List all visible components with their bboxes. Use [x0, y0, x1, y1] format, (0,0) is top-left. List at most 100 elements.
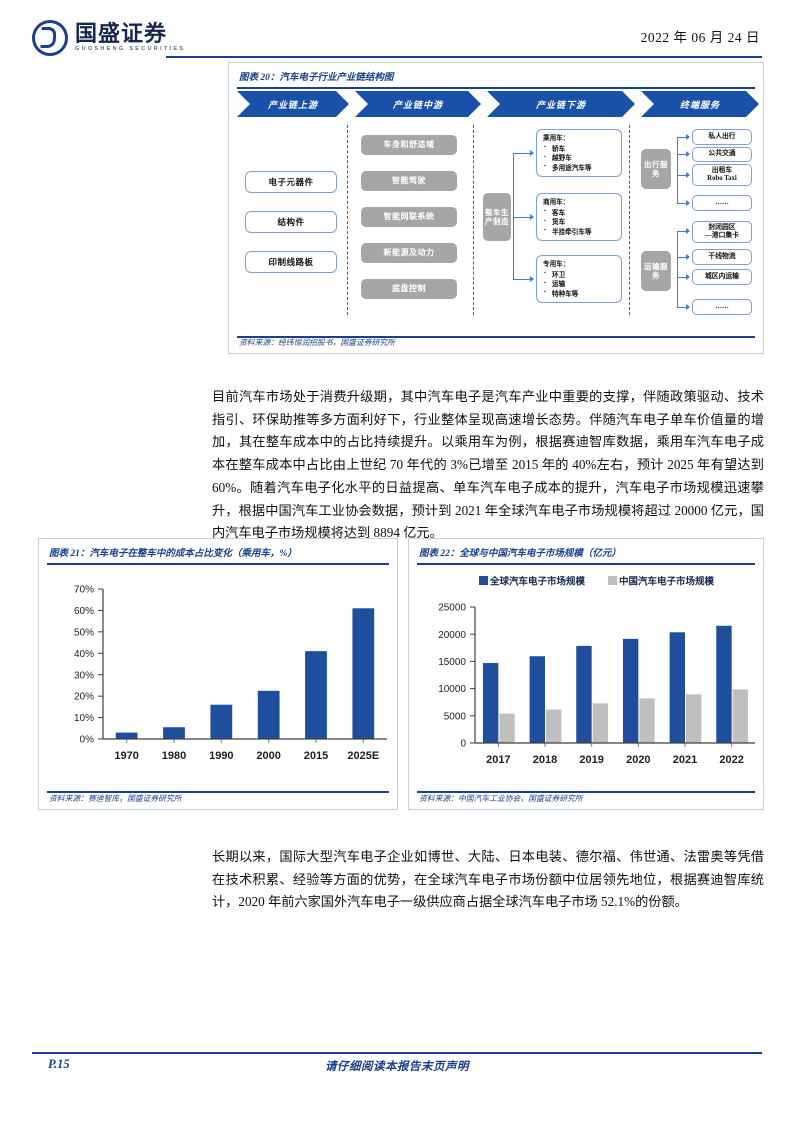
- body-paragraph-1: 目前汽车市场处于消费升级期，其中汽车电子是汽车产业中重要的支撑，伴随政策驱动、技…: [212, 389, 764, 541]
- x-tick-label: 2019: [579, 754, 603, 766]
- brand-logo-text: 国盛证券 GUOSHENG SECURITIES: [75, 23, 185, 53]
- service-hub-transport: 运输服务: [641, 251, 671, 291]
- upstream-box-components: 电子元器件: [245, 171, 337, 193]
- list-item: 货车: [544, 218, 616, 228]
- service-item-public-transit: 公共交通: [692, 147, 752, 162]
- y-tick-label: 15000: [438, 657, 466, 668]
- list-item: 越野车: [544, 154, 616, 164]
- column-divider-1: [347, 125, 348, 315]
- y-tick-label: 20%: [74, 692, 94, 703]
- value-chain-diagram: 电子元器件 结构件 印制线路板 车身和舒适域 智能驾驶 智能网联系统 新能源及动…: [237, 123, 757, 319]
- service-item-robo-taxi: 出租车 Robo Taxi: [692, 164, 752, 186]
- figure-20-title-rule: [237, 87, 755, 89]
- travel-arrow-4: [686, 200, 690, 206]
- transport-connector-spine: [677, 231, 678, 307]
- figure-21-title-rule: [47, 563, 389, 565]
- figure-22-title: 图表 22：全球与中国汽车电子市场规模（亿元）: [419, 549, 621, 559]
- figure-20-title: 图表 20：汽车电子行业产业链结构图: [239, 73, 394, 83]
- figure-22-panel: 图表 22：全球与中国汽车电子市场规模（亿元） 全球汽车电子市场规模 中国汽车电子…: [408, 538, 764, 810]
- y-tick-label: 5000: [444, 711, 467, 722]
- footer-divider: [32, 1052, 762, 1054]
- legend-label: 中国汽车电子市场规模: [619, 576, 715, 588]
- midstream-box-connectivity: 智能网联系统: [361, 207, 457, 227]
- x-tick-label: 2021: [673, 754, 697, 766]
- bar: [716, 625, 732, 743]
- x-tick-label: 2020: [626, 754, 650, 766]
- bar: [576, 645, 592, 743]
- y-tick-label: 0%: [80, 735, 95, 746]
- hub-branch-2: [513, 217, 531, 218]
- bar: [257, 690, 280, 739]
- transport-arrow-2: [686, 254, 690, 260]
- midstream-box-body-comfort: 车身和舒适域: [361, 135, 457, 155]
- x-tick-label: 2018: [533, 754, 557, 766]
- figure-21-x-axis: 1970 1980 1990 2000 2015 2025E: [114, 750, 379, 762]
- service-item-travel-more: ……: [692, 195, 752, 211]
- downstream-group-commercial-head: 商用车：: [543, 199, 570, 206]
- brand-logo: 国盛证券 GUOSHENG SECURITIES: [32, 20, 185, 56]
- transport-arrow-4: [686, 304, 690, 310]
- figure-22-plot: 全球汽车电子市场规模 中国汽车电子市场规模 0 5000 10000 15000 2000…: [409, 567, 763, 785]
- y-tick-label: 50%: [74, 627, 94, 638]
- service-item-closed-park: 封闭园区 —港口集卡: [692, 221, 752, 243]
- figure-21-bars: [115, 608, 375, 743]
- figure-21-source: 资料来源：赛迪智库，国盛证券研究所: [49, 794, 182, 803]
- service-item-transport-more: ……: [692, 299, 752, 315]
- figure-21-svg: 0% 10% 20% 30% 40% 50% 60% 70% 1970 1980 1990 2000…: [74, 585, 387, 762]
- x-tick-label: 1980: [162, 750, 186, 762]
- service-hub-travel: 出行服务: [641, 149, 671, 189]
- figure-21-plot: 0% 10% 20% 30% 40% 50% 60% 70% 1970 1980 1990 2000…: [39, 567, 397, 785]
- service-item-private-travel: 私人出行: [692, 129, 752, 145]
- x-tick-label: 1970: [114, 750, 138, 762]
- figure-22-title-rule: [417, 563, 755, 565]
- list-item: 多用途汽车等: [544, 163, 616, 174]
- bar: [499, 713, 515, 743]
- bar: [639, 698, 655, 743]
- hub-arrow-3: [530, 276, 534, 282]
- report-page: 国盛证券 GUOSHENG SECURITIES 2022 年 06 月 24 …: [0, 0, 794, 1123]
- footer-disclaimer: 请仔细阅读本报告末页声明: [325, 1061, 469, 1073]
- list-item: 半挂牵引车等: [544, 227, 616, 238]
- bar: [732, 689, 749, 743]
- bar: [305, 651, 327, 739]
- bar: [529, 656, 545, 743]
- midstream-box-powertrain: 新能源及动力: [361, 243, 457, 263]
- figure-22-y-axis: 0 5000 10000 15000 20000 25000: [438, 603, 475, 750]
- bar: [482, 663, 499, 743]
- upstream-box-structural: 结构件: [245, 211, 337, 233]
- hub-arrow-2: [530, 214, 534, 220]
- figure-21-panel: 图表 21：汽车电子在整车中的成本占比变化（乘用车，%） 0% 10% 20% 30%…: [38, 538, 398, 810]
- travel-arrow-1: [686, 134, 690, 140]
- figure-22-svg: 全球汽车电子市场规模 中国汽车电子市场规模 0 5000 10000 15000 2000…: [438, 576, 755, 766]
- figure-20-source: 资料来源：经纬恒润招股书，国盛证券研究所: [239, 338, 395, 347]
- brand-name-cn: 国盛证券: [75, 21, 168, 47]
- y-tick-label: 30%: [74, 670, 94, 681]
- travel-connector-spine: [677, 137, 678, 203]
- figure-21-title: 图表 21：汽车电子在整车中的成本占比变化（乘用车，%）: [49, 549, 297, 559]
- y-tick-label: 20000: [438, 630, 466, 641]
- list-item: 客车: [544, 208, 616, 219]
- bar: [163, 727, 185, 739]
- guosheng-logo-icon: [32, 20, 68, 56]
- column-divider-2: [473, 125, 474, 315]
- y-tick-label: 40%: [74, 649, 94, 660]
- figure-20-panel: 图表 20：汽车电子行业产业链结构图 产业链上游 产业链中游 产业链下游 终端服…: [228, 62, 764, 354]
- bar: [546, 709, 562, 743]
- x-tick-label: 2022: [719, 754, 743, 766]
- downstream-group-passenger: 乘用车： 轿车 越野车 多用途汽车等: [536, 129, 622, 177]
- downstream-hub-vehicle-manufacturing: 整车生产制造: [483, 193, 511, 241]
- stage-terminal-service: 终端服务: [641, 91, 759, 117]
- page-header: 国盛证券 GUOSHENG SECURITIES 2022 年 06 月 24 …: [0, 0, 794, 62]
- bar: [592, 703, 609, 743]
- figure-22-x-axis: 2017 2018 2019 2020 2021 2022: [486, 754, 744, 766]
- x-tick-label: 1990: [209, 750, 233, 762]
- service-item-trunk-logistics: 干线物流: [692, 249, 752, 265]
- upstream-box-pcb: 印制线路板: [245, 251, 337, 273]
- y-tick-label: 70%: [74, 585, 94, 596]
- travel-arrow-2: [686, 151, 690, 157]
- y-tick-label: 25000: [438, 603, 466, 614]
- list-item: 轿车: [544, 144, 616, 155]
- y-tick-label: 60%: [74, 606, 94, 617]
- value-chain-stage-row: 产业链上游 产业链中游 产业链下游 终端服务: [237, 91, 757, 117]
- body-paragraph-2: 长期以来，国际大型汽车电子企业如博世、大陆、日本电装、德尔福、伟世通、法雷奥等凭…: [212, 849, 764, 910]
